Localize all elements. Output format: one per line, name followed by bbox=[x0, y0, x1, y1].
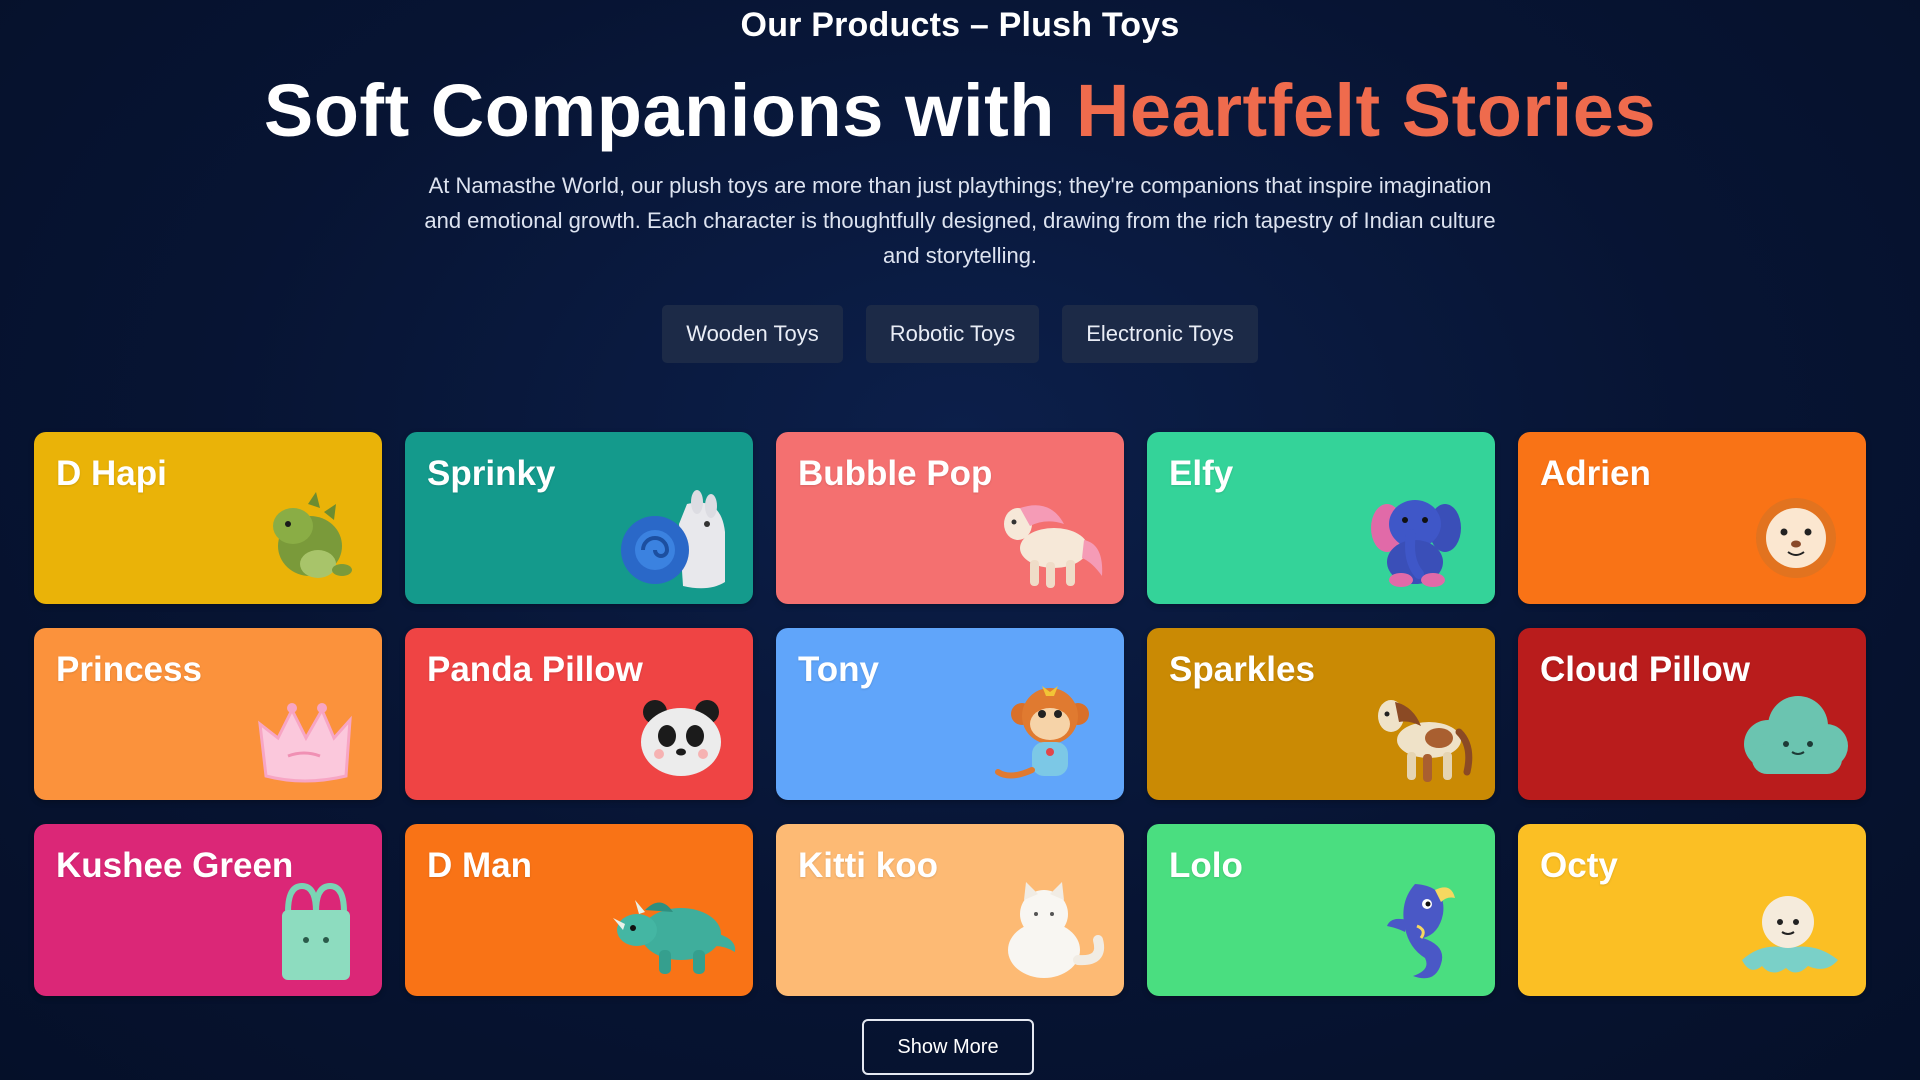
product-name: Sprinky bbox=[427, 454, 556, 493]
product-card-princess[interactable]: Princess bbox=[34, 628, 382, 800]
product-grid: D Hapi Sprinky Bubble Pop Elfy Adrien Pr… bbox=[34, 432, 1866, 996]
product-card-sparkles[interactable]: Sparkles bbox=[1147, 628, 1495, 800]
section-headline: Soft Companions with Heartfelt Stories bbox=[0, 70, 1920, 151]
triceratops-plush-icon bbox=[613, 900, 736, 974]
elephant-plush-icon bbox=[1371, 500, 1461, 587]
product-name: Cloud Pillow bbox=[1540, 650, 1750, 689]
product-name: Tony bbox=[798, 650, 880, 689]
section-eyebrow: Our Products – Plush Toys bbox=[740, 6, 1180, 44]
category-filters: Wooden Toys Robotic Toys Electronic Toys bbox=[0, 305, 1920, 363]
octopus-plush-icon bbox=[1742, 896, 1838, 973]
product-card-d-man[interactable]: D Man bbox=[405, 824, 753, 996]
product-card-kushee-green[interactable]: Kushee Green bbox=[34, 824, 382, 996]
product-name: D Man bbox=[427, 846, 532, 885]
plush-toys-section: Our Products – Plush Toys Soft Companion… bbox=[0, 0, 1920, 1080]
product-name: Adrien bbox=[1540, 454, 1651, 493]
product-name: Sparkles bbox=[1169, 650, 1315, 689]
green-tote-bag-icon bbox=[282, 882, 350, 980]
show-more-button[interactable]: Show More bbox=[862, 1019, 1034, 1075]
filter-button-robotic-toys[interactable]: Robotic Toys bbox=[865, 305, 1040, 363]
product-card-lolo[interactable]: Lolo bbox=[1147, 824, 1495, 996]
filter-button-electronic-toys[interactable]: Electronic Toys bbox=[1062, 305, 1258, 363]
monkey-plush-icon bbox=[995, 686, 1089, 779]
product-name: Kushee Green bbox=[56, 846, 294, 885]
panda-pillow-icon bbox=[641, 700, 721, 776]
product-card-octy[interactable]: Octy bbox=[1518, 824, 1866, 996]
product-name: Bubble Pop bbox=[798, 454, 993, 493]
headline-accent-text: Heartfelt Stories bbox=[1075, 69, 1657, 152]
product-name: D Hapi bbox=[56, 454, 167, 493]
filter-button-wooden-toys[interactable]: Wooden Toys bbox=[662, 305, 843, 363]
cloud-pillow-icon bbox=[1744, 696, 1848, 774]
product-name: Panda Pillow bbox=[427, 650, 643, 689]
snail-plush-icon bbox=[621, 490, 725, 589]
product-name: Princess bbox=[56, 650, 202, 689]
headline-main-text: Soft Companions with bbox=[263, 69, 1076, 152]
horse-plush-icon bbox=[1378, 700, 1473, 782]
product-name: Elfy bbox=[1169, 454, 1234, 493]
product-card-sprinky[interactable]: Sprinky bbox=[405, 432, 753, 604]
product-card-d-hapi[interactable]: D Hapi bbox=[34, 432, 382, 604]
product-name: Kitti koo bbox=[798, 846, 938, 885]
product-card-elfy[interactable]: Elfy bbox=[1147, 432, 1495, 604]
white-cat-plush-icon bbox=[1008, 882, 1104, 978]
product-card-tony[interactable]: Tony bbox=[776, 628, 1124, 800]
product-name: Octy bbox=[1540, 846, 1618, 885]
product-card-adrien[interactable]: Adrien bbox=[1518, 432, 1866, 604]
product-card-cloud-pillow[interactable]: Cloud Pillow bbox=[1518, 628, 1866, 800]
seahorse-plush-icon bbox=[1387, 884, 1455, 979]
green-dragon-plush-icon bbox=[273, 492, 352, 578]
product-card-bubble-pop[interactable]: Bubble Pop bbox=[776, 432, 1124, 604]
section-intro: At Namasthe World, our plush toys are mo… bbox=[424, 173, 1496, 268]
pony-plush-icon bbox=[1004, 505, 1103, 588]
product-card-panda-pillow[interactable]: Panda Pillow bbox=[405, 628, 753, 800]
crown-plush-icon bbox=[258, 703, 352, 783]
product-name: Lolo bbox=[1169, 846, 1243, 885]
product-card-kitti-koo[interactable]: Kitti koo bbox=[776, 824, 1124, 996]
lion-plush-icon bbox=[1756, 498, 1836, 578]
